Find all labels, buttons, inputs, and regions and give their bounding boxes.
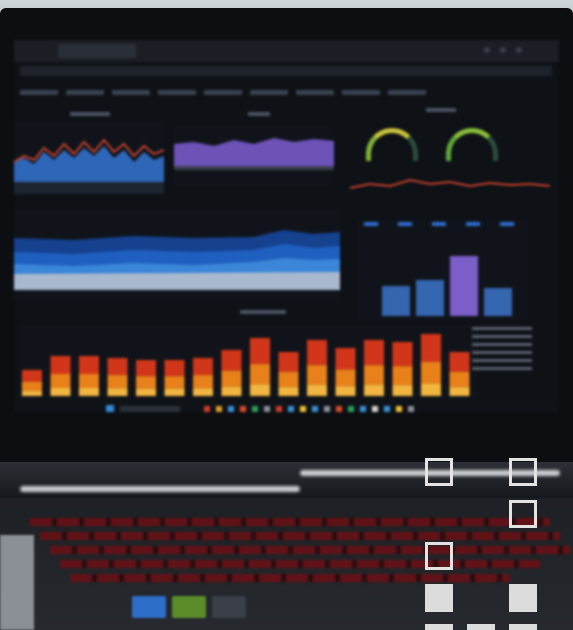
orange-bar-segment xyxy=(250,364,270,385)
system-sticker xyxy=(212,596,246,618)
orange-bar-segment xyxy=(449,371,470,388)
orange-bar-segment xyxy=(392,366,413,386)
blue-purple-bar-chart xyxy=(358,220,528,320)
orange-bar-segment xyxy=(250,338,270,365)
orange-bar-segment xyxy=(364,384,384,396)
orange-bar-segment xyxy=(335,348,356,370)
orange-bar-segment xyxy=(136,376,156,389)
orange-bar-segment xyxy=(193,388,213,396)
overlay-square-outline xyxy=(509,458,537,486)
orange-bar-segment xyxy=(392,342,413,367)
orange-bar-segment xyxy=(307,340,327,366)
laptop-hinge xyxy=(0,462,573,498)
intel-sticker xyxy=(132,596,166,618)
bookmarks-bar xyxy=(20,80,552,95)
browser-tab xyxy=(58,44,136,58)
orange-bar-segment xyxy=(193,358,213,376)
orange-chart-legend xyxy=(472,322,532,382)
orange-bar-segment xyxy=(364,340,384,366)
overlay-square-outline xyxy=(509,500,537,528)
orange-bar-segment xyxy=(164,376,185,389)
overlay-square-outline xyxy=(425,542,453,570)
sparkline-strip xyxy=(350,178,550,189)
panel-title-right xyxy=(426,108,456,112)
panel-title-left xyxy=(70,112,110,116)
orange-bar-segment xyxy=(364,365,384,385)
panel-title-bottom xyxy=(240,310,286,314)
desk-surface xyxy=(0,535,34,630)
address-bar xyxy=(20,66,552,76)
orange-bar-segment xyxy=(107,358,128,376)
hinge-reflection-left xyxy=(20,486,300,492)
orange-bar-segment xyxy=(421,361,441,384)
orange-bar-segment xyxy=(136,360,156,377)
overlay-square-outline xyxy=(425,458,453,486)
gauge-left xyxy=(366,128,418,161)
orange-bar-segment xyxy=(107,375,128,389)
stacked-blue-area-chart xyxy=(14,210,340,300)
browser-tab-bar xyxy=(14,40,559,62)
laptop-keyboard xyxy=(0,498,573,630)
orange-bar-segment xyxy=(221,386,242,396)
orange-bar-segment xyxy=(307,384,327,396)
orange-bar-segment xyxy=(164,388,185,396)
os-taskbar xyxy=(14,400,559,412)
orange-bar-segment xyxy=(250,384,270,396)
nvidia-sticker xyxy=(172,596,206,618)
orange-bar-segment xyxy=(136,388,156,396)
orange-bar-segment xyxy=(79,356,99,374)
orange-bar-segment xyxy=(50,356,71,374)
orange-bar-segment xyxy=(421,383,441,396)
overlay-square-filled xyxy=(509,624,537,630)
overlay-square-filled xyxy=(509,584,537,612)
gauge-right xyxy=(446,128,498,161)
orange-bar-segment xyxy=(221,370,242,387)
overlay-square-filled xyxy=(425,624,453,630)
orange-bar-segment xyxy=(164,360,185,377)
orange-bar-segment xyxy=(449,387,470,396)
orange-bar-segment xyxy=(79,388,99,396)
orange-stacked-bar-chart xyxy=(18,326,478,398)
purple-area-chart xyxy=(174,126,334,186)
orange-bar-segment xyxy=(278,371,299,388)
orange-bar-segment xyxy=(50,374,71,388)
overlay-square-filled xyxy=(467,624,495,630)
orange-bar-segment xyxy=(79,374,99,388)
orange-bar-segment xyxy=(22,381,42,391)
overlay-square-filled xyxy=(425,584,453,612)
orange-bar-segment xyxy=(335,386,356,396)
orange-bar-segment xyxy=(421,334,441,362)
orange-bar-segment xyxy=(392,385,413,396)
orange-bar-segment xyxy=(22,370,42,382)
orange-bar-segment xyxy=(449,352,470,372)
orange-bar-segment xyxy=(22,390,42,396)
orange-bar-segment xyxy=(221,350,242,371)
orange-bar-segment xyxy=(307,365,327,385)
orange-bar-segment xyxy=(50,388,71,396)
orange-bar-segment xyxy=(193,375,213,389)
orange-bar-segment xyxy=(278,352,299,372)
laptop-screen xyxy=(14,40,559,412)
orange-bar-segment xyxy=(278,387,299,396)
blue-red-area-chart xyxy=(14,122,164,194)
orange-bar-segment xyxy=(335,369,356,387)
panel-title-center xyxy=(248,112,270,116)
orange-bar-segment xyxy=(107,388,128,396)
